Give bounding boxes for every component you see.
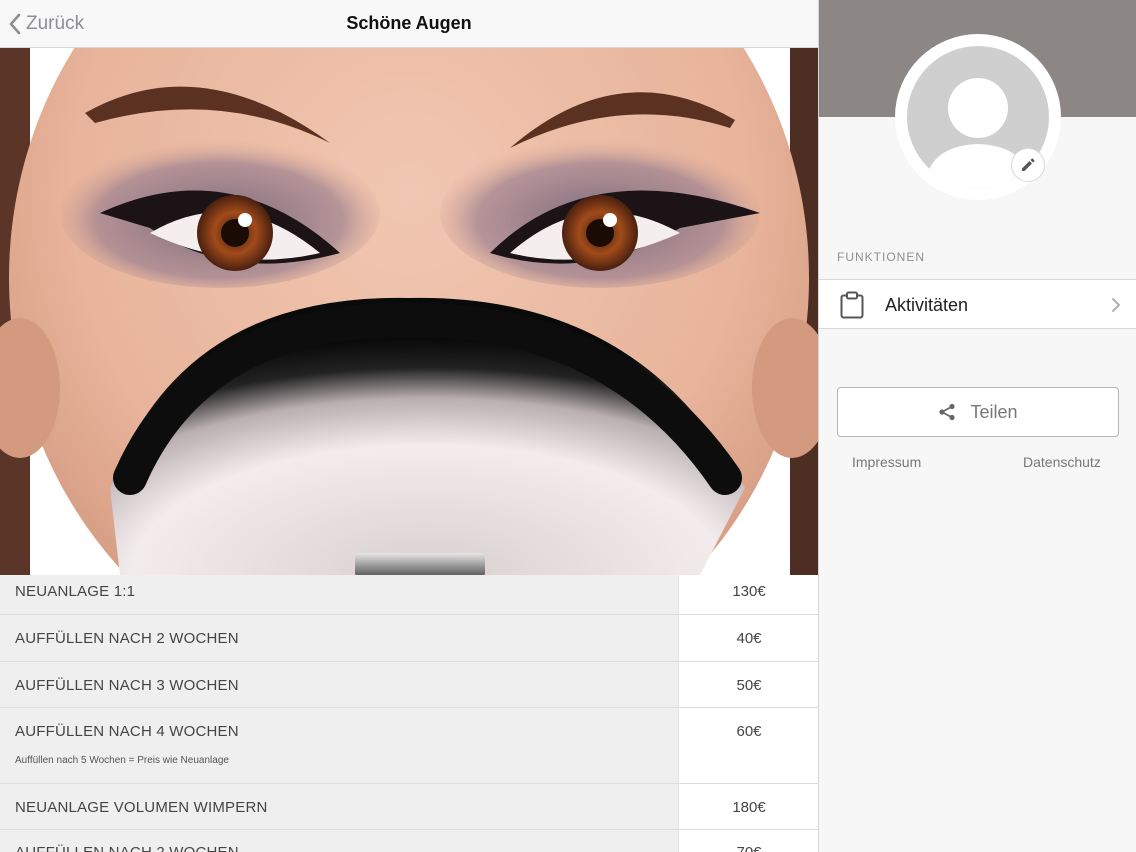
- service-price: 70€: [679, 844, 818, 852]
- share-button[interactable]: Teilen: [837, 387, 1119, 437]
- price-row[interactable]: AUFFÜLLEN NACH 3 WOCHEN 50€: [0, 662, 818, 708]
- service-name: NEUANLAGE 1:1: [15, 583, 136, 600]
- share-label: Teilen: [970, 401, 1018, 422]
- datenschutz-link[interactable]: Datenschutz: [1023, 454, 1101, 470]
- main-pane: Zurück Schöne Augen NEUANLAGE 1:1 130€ A…: [0, 0, 818, 852]
- hero-image: [0, 48, 818, 575]
- service-name: AUFFÜLLEN NACH 2 WOCHEN: [15, 844, 239, 852]
- service-name: AUFFÜLLEN NACH 2 WOCHEN: [15, 630, 239, 647]
- service-name: AUFFÜLLEN NACH 4 WOCHEN: [15, 723, 239, 740]
- service-price: 50€: [736, 677, 762, 694]
- price-row[interactable]: NEUANLAGE 1:1 130€: [0, 575, 818, 615]
- sidebar: FUNKTIONEN Aktivitäten Teilen Impressum …: [818, 0, 1136, 852]
- service-price: 180€: [732, 799, 766, 816]
- price-row[interactable]: AUFFÜLLEN NACH 2 WOCHEN 40€: [0, 615, 818, 662]
- price-row[interactable]: NEUANLAGE VOLUMEN WIMPERN 180€: [0, 784, 818, 830]
- clipboard-icon: [840, 291, 864, 319]
- service-name: AUFFÜLLEN NACH 3 WOCHEN: [15, 677, 239, 694]
- pencil-icon: [1022, 158, 1035, 171]
- edit-avatar-button[interactable]: [1011, 148, 1045, 182]
- menu-item-aktivitaeten[interactable]: Aktivitäten: [819, 279, 1136, 329]
- share-icon: [939, 403, 956, 421]
- price-row[interactable]: AUFFÜLLEN NACH 2 WOCHEN 70€: [0, 830, 818, 852]
- service-note: Auffüllen nach 5 Wochen = Preis wie Neua…: [15, 755, 229, 766]
- page-title: Schöne Augen: [346, 13, 472, 33]
- chevron-right-icon: [1112, 298, 1120, 312]
- navigation-bar: Zurück Schöne Augen: [0, 0, 818, 48]
- menu-item-label: Aktivitäten: [885, 295, 969, 315]
- service-price: 60€: [736, 723, 762, 740]
- price-row[interactable]: AUFFÜLLEN NACH 4 WOCHEN Auffüllen nach 5…: [0, 708, 818, 784]
- service-price: 130€: [732, 583, 766, 600]
- service-price: 40€: [736, 630, 762, 647]
- section-label: FUNKTIONEN: [837, 250, 925, 264]
- eyes-makeup-brush-photo: [0, 48, 818, 575]
- impressum-link[interactable]: Impressum: [852, 454, 921, 470]
- service-name: NEUANLAGE VOLUMEN WIMPERN: [15, 799, 268, 816]
- price-list: NEUANLAGE 1:1 130€ AUFFÜLLEN NACH 2 WOCH…: [0, 575, 818, 852]
